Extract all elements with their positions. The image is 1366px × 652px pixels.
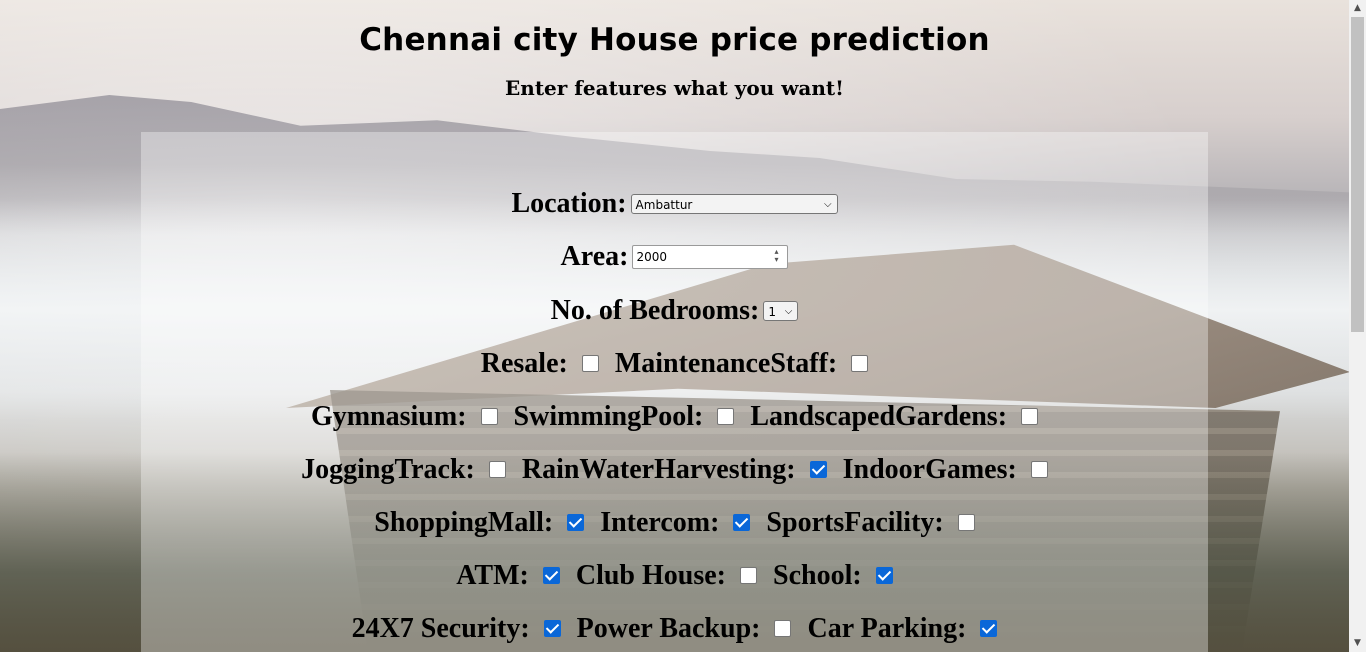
indoor-games-label: IndoorGames:: [842, 453, 1017, 485]
area-input-value: 2000: [636, 249, 667, 264]
page-subtitle: Enter features what you want!: [505, 76, 844, 100]
security-checkbox[interactable]: [543, 620, 561, 638]
scroll-down-arrow-icon[interactable]: ▼: [1349, 635, 1366, 652]
landscaped-gardens-checkbox[interactable]: [1021, 408, 1039, 426]
maintenance-staff-checkbox[interactable]: [851, 355, 869, 373]
checkbox-row-3: JoggingTrack: RainWaterHarvesting: IndoorG…: [141, 450, 1208, 488]
intercom-checkbox[interactable]: [733, 514, 751, 532]
features-form-panel: Location: Ambattur ⌵ Area: 2000 ▴ ▾ No. of Be…: [141, 132, 1208, 652]
jogging-track-label: JoggingTrack:: [301, 453, 475, 485]
resale-checkbox[interactable]: [581, 355, 599, 373]
page-header: Chennai city House price prediction Ente…: [0, 0, 1349, 100]
power-backup-checkbox[interactable]: [774, 620, 792, 638]
atm-label: ATM:: [456, 559, 529, 591]
area-input[interactable]: 2000 ▴ ▾: [632, 244, 789, 269]
swimming-pool-label: SwimmingPool:: [513, 400, 704, 432]
maintenance-staff-label: MaintenanceStaff:: [614, 347, 838, 379]
indoor-games-checkbox[interactable]: [1030, 461, 1048, 479]
sports-facility-label: SportsFacility:: [766, 506, 944, 538]
gymnasium-label: Gymnasium:: [310, 400, 467, 432]
car-parking-label: Car Parking:: [807, 612, 967, 644]
checkbox-row-6: 24X7 Security: Power Backup: Car Parking:: [141, 609, 1208, 647]
car-parking-checkbox[interactable]: [980, 620, 998, 638]
location-label: Location:: [511, 187, 627, 219]
location-row: Location: Ambattur ⌵: [141, 184, 1208, 222]
landscaped-gardens-label: LandscapedGardens:: [750, 400, 1008, 432]
bedrooms-label: No. of Bedrooms:: [550, 294, 760, 326]
checkbox-row-1: Resale: MaintenanceStaff:: [141, 344, 1208, 382]
resale-label: Resale:: [480, 347, 568, 379]
school-checkbox[interactable]: [875, 567, 893, 585]
school-label: School:: [773, 559, 862, 591]
atm-checkbox[interactable]: [542, 567, 560, 585]
club-house-checkbox[interactable]: [740, 567, 758, 585]
jogging-track-checkbox[interactable]: [488, 461, 506, 479]
scroll-up-arrow-icon[interactable]: ▲: [1349, 0, 1366, 17]
page-title: Chennai city House price prediction: [359, 22, 990, 58]
page-scrollbar[interactable]: ▲ ▼: [1349, 0, 1366, 652]
chevron-down-icon: ⌵: [823, 198, 832, 210]
area-row: Area: 2000 ▴ ▾: [141, 237, 1208, 275]
bedrooms-select[interactable]: 1 ⌵: [763, 300, 799, 321]
bedrooms-select-value: 1: [768, 304, 776, 319]
shopping-mall-label: ShoppingMall:: [374, 506, 554, 538]
spin-arrows-icon[interactable]: ▴ ▾: [771, 247, 781, 266]
swimming-pool-checkbox[interactable]: [717, 408, 735, 426]
intercom-label: Intercom:: [600, 506, 720, 538]
checkbox-row-5: ATM: Club House: School:: [141, 556, 1208, 594]
checkbox-row-4: ShoppingMall: Intercom: SportsFacility:: [141, 503, 1208, 541]
club-house-label: Club House:: [575, 559, 727, 591]
power-backup-label: Power Backup:: [576, 612, 761, 644]
checkbox-row-2: Gymnasium: SwimmingPool: LandscapedGardens…: [141, 397, 1208, 435]
location-select[interactable]: Ambattur ⌵: [630, 193, 838, 214]
chevron-down-icon: ⌵: [784, 305, 793, 317]
gymnasium-checkbox[interactable]: [480, 408, 498, 426]
shopping-mall-checkbox[interactable]: [567, 514, 585, 532]
bedrooms-row: No. of Bedrooms: 1 ⌵: [141, 291, 1208, 329]
location-select-value: Ambattur: [635, 197, 693, 212]
scrollbar-thumb[interactable]: [1351, 17, 1364, 332]
rain-water-harvesting-label: RainWaterHarvesting:: [521, 453, 796, 485]
area-label: Area:: [560, 240, 629, 272]
security-label: 24X7 Security:: [351, 612, 530, 644]
sports-facility-checkbox[interactable]: [957, 514, 975, 532]
rain-water-harvesting-checkbox[interactable]: [809, 461, 827, 479]
